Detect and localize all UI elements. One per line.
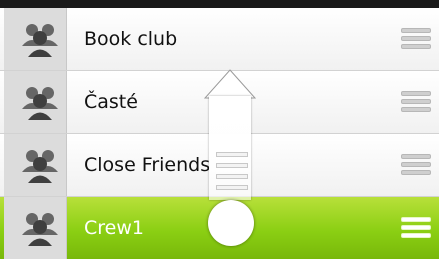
drag-handle-icon[interactable] (401, 91, 431, 113)
arrow-head (204, 69, 256, 99)
touch-point-indicator (208, 200, 254, 246)
group-avatar (4, 134, 67, 196)
drag-handle-icon[interactable] (401, 217, 431, 239)
group-name: Book club (84, 28, 178, 50)
trail-line (216, 163, 248, 168)
group-row-book-club[interactable]: Book club (0, 8, 439, 70)
group-name: Close Friends (84, 154, 211, 176)
people-icon (22, 213, 58, 246)
people-icon (22, 24, 58, 57)
group-name: Časté (84, 91, 138, 113)
drag-handle-icon[interactable] (401, 28, 431, 50)
people-icon (22, 87, 58, 120)
group-avatar (4, 197, 67, 259)
group-avatar (4, 71, 67, 133)
trail-line (216, 185, 248, 190)
group-name: Crew1 (84, 217, 144, 239)
trail-line (216, 174, 248, 179)
trail-line (216, 152, 248, 157)
group-avatar (4, 8, 67, 70)
drag-handle-icon[interactable] (401, 154, 431, 176)
people-icon (22, 150, 58, 183)
